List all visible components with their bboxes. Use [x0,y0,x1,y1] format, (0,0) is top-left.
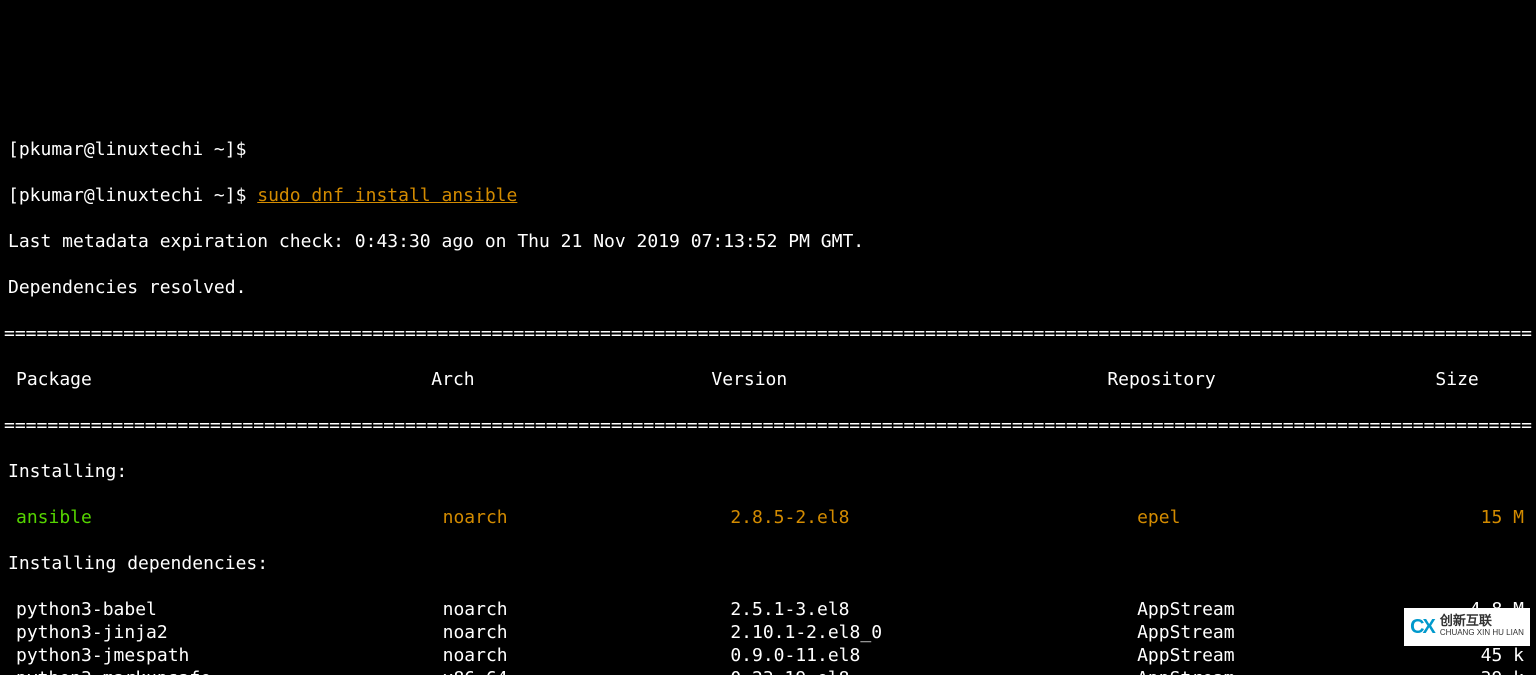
header-arch: Arch [431,368,711,391]
watermark-text: 创新互联CHUANG XIN HU LIAN [1440,616,1524,638]
pkg-name: python3-markupsafe [4,667,443,675]
main-pkg-arch: noarch [443,506,731,529]
rule-top: ========================================… [4,322,1532,345]
header-repo: Repository [1107,368,1387,391]
pkg-size: 45 k [1425,644,1532,667]
prompt-text: [pkumar@linuxtechi ~]$ [8,185,257,206]
pkg-arch: noarch [443,644,731,667]
header-size: Size [1387,368,1532,391]
watermark-logo: CX 创新互联CHUANG XIN HU LIAN [1404,608,1530,646]
pkg-version: 2.10.1-2.el8_0 [730,621,1137,644]
pkg-repo: AppStream [1137,621,1425,644]
pkg-name: python3-jmespath [4,644,443,667]
table-row: python3-jmespathnoarch0.9.0-11.el8AppStr… [4,644,1532,667]
prompt-line: [pkumar@linuxtechi ~]$ sudo dnf install … [4,184,1532,207]
table-row: python3-jinja2noarch2.10.1-2.el8_0AppStr… [4,621,1532,644]
pkg-repo: AppStream [1137,667,1425,675]
pkg-arch: noarch [443,621,731,644]
watermark-icon: CX [1410,616,1434,639]
pkg-repo: AppStream [1137,644,1425,667]
header-package: Package [4,368,431,391]
pkg-name: python3-jinja2 [4,621,443,644]
rule-under-header: ========================================… [4,414,1532,437]
pkg-size: 39 k [1425,667,1532,675]
partial-prev-line: [pkumar@linuxtechi ~]$ [4,138,1532,161]
deps-resolved-line: Dependencies resolved. [4,276,1532,299]
table-header: PackageArchVersionRepositorySize [4,368,1532,391]
pkg-arch: noarch [443,598,731,621]
header-version: Version [711,368,1107,391]
pkg-repo: AppStream [1137,598,1425,621]
table-row: python3-markupsafex86_640.23-19.el8AppSt… [4,667,1532,675]
main-pkg-size: 15 M [1425,506,1532,529]
table-row: ansible noarch2.8.5-2.el8epel15 M [4,506,1532,529]
section-deps: Installing dependencies: [4,552,1532,575]
pkg-arch: x86_64 [443,667,731,675]
pkg-version: 0.23-19.el8 [730,667,1137,675]
table-row: python3-babelnoarch2.5.1-3.el8AppStream4… [4,598,1532,621]
entered-command: sudo dnf install ansible [257,185,517,206]
pkg-version: 2.5.1-3.el8 [730,598,1137,621]
metadata-line: Last metadata expiration check: 0:43:30 … [4,230,1532,253]
pkg-name: python3-babel [4,598,443,621]
main-pkg-repo: epel [1137,506,1425,529]
main-pkg-version: 2.8.5-2.el8 [730,506,1137,529]
section-installing: Installing: [4,460,1532,483]
terminal[interactable]: [pkumar@linuxtechi ~]$ [pkumar@linuxtech… [0,115,1536,675]
main-pkg-name: ansible [16,507,92,528]
pkg-version: 0.9.0-11.el8 [730,644,1137,667]
